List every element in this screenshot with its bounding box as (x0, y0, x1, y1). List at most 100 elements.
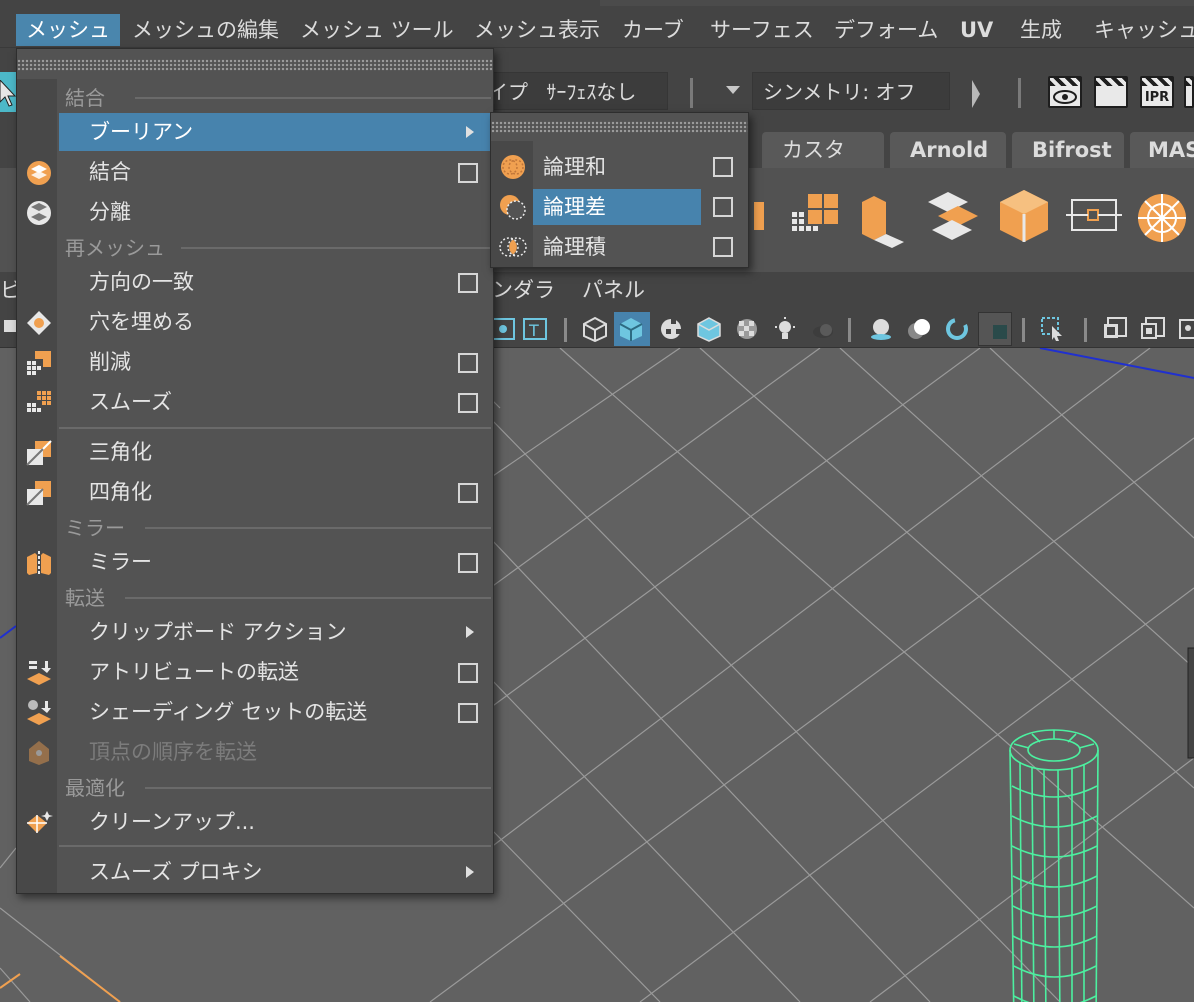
cylinder-wireframe[interactable] (1000, 726, 1120, 1002)
shaded-cube-icon[interactable] (618, 316, 644, 342)
subdivide-shelf-icon[interactable] (788, 182, 848, 252)
menu-item-label: 頂点の順序を転送 (89, 740, 257, 764)
menu-item-clipboard-actions[interactable]: クリップボード アクション (59, 613, 491, 651)
shelf-tab-mash[interactable]: MAS (1130, 132, 1194, 168)
isolate-select-icon[interactable] (1040, 316, 1066, 342)
menu-item-boolean[interactable]: ブーリアン (59, 113, 491, 151)
z-axis-line (0, 625, 17, 639)
menu-surfaces[interactable]: サーフェス (700, 14, 824, 46)
origin-marker (0, 973, 21, 989)
menu-tearoff-handle[interactable] (491, 121, 748, 133)
shadows-icon[interactable] (808, 316, 834, 342)
wireframe-on-shaded-icon[interactable] (696, 316, 722, 342)
symmetry-dropdown[interactable]: シンメトリ: オフ (752, 72, 950, 110)
option-box-icon[interactable] (458, 553, 478, 573)
menu-item-smooth-proxy[interactable]: スムーズ プロキシ (59, 853, 491, 891)
text-overlay-icon[interactable]: T (522, 316, 548, 342)
section-rule (145, 787, 491, 789)
menu-cache[interactable]: キャッシュ (1084, 14, 1194, 46)
menu-mesh[interactable]: メッシュ (16, 14, 120, 46)
sphere-shelf-icon[interactable] (1132, 182, 1192, 252)
menu-item-smooth[interactable]: スムーズ (59, 383, 491, 421)
menu-item-combine[interactable]: 結合 (59, 153, 491, 191)
menu-uv[interactable]: UV (950, 14, 1003, 46)
submenu-item-intersection[interactable]: 論理積 (533, 229, 701, 265)
submenu-item-label: 論理和 (543, 155, 606, 179)
ipr-render-icon[interactable]: IPR (1140, 76, 1174, 108)
light-bulb-icon[interactable] (772, 316, 798, 342)
shelf-tab-arnold[interactable]: Arnold (890, 132, 1006, 168)
section-optimize-title: 最適化 (65, 776, 125, 800)
option-box-icon[interactable] (713, 237, 733, 257)
wireframe-cube-icon[interactable] (582, 316, 608, 342)
surface-type-label: イプ (488, 80, 528, 104)
menu-item-conform[interactable]: 方向の一致 (59, 263, 491, 301)
render-settings-icon[interactable] (1184, 76, 1194, 108)
menu-mesh-tools[interactable]: メッシュ ツール (290, 14, 464, 46)
motion-blur-icon[interactable] (906, 316, 932, 342)
option-box-icon[interactable] (458, 163, 478, 183)
menu-tearoff-handle[interactable] (17, 59, 493, 71)
option-box-icon[interactable] (713, 197, 733, 217)
option-box-icon[interactable] (458, 703, 478, 723)
depth-of-field-toggle[interactable] (978, 312, 1012, 346)
boolean-union-icon (501, 155, 525, 179)
surface-type-value: ｻｰﾌｪｽなし (546, 80, 637, 104)
shelf-tab-bifrost[interactable]: Bifrost (1012, 132, 1124, 168)
eye-icon (1053, 90, 1077, 104)
option-box-icon[interactable] (458, 393, 478, 413)
menu-item-separate[interactable]: 分離 (59, 193, 491, 231)
render-view-icon[interactable] (1048, 76, 1082, 108)
option-box-icon[interactable] (713, 157, 733, 177)
option-box-icon[interactable] (458, 663, 478, 683)
menu-item-cleanup[interactable]: クリーンアップ... (59, 803, 491, 841)
menu-edit-mesh[interactable]: メッシュの編集 (122, 14, 289, 46)
menu-item-label: アトリビュートの転送 (89, 660, 299, 684)
submenu-arrow-icon (466, 866, 474, 878)
option-box-icon[interactable] (458, 483, 478, 503)
camera-gate-icon[interactable] (1102, 316, 1128, 342)
menu-item-quadrangulate[interactable]: 四角化 (59, 473, 491, 511)
toolbar-separator (1022, 318, 1025, 342)
grid-axis-orange (59, 955, 121, 1002)
submenu-item-difference[interactable]: 論理差 (533, 189, 701, 225)
reduce-icon (27, 351, 51, 375)
menu-item-transfer-attributes[interactable]: アトリビュートの転送 (59, 653, 491, 691)
resolution-gate-icon[interactable] (1140, 316, 1166, 342)
multicut-shelf-icon[interactable] (1064, 182, 1124, 252)
render-frame-icon[interactable] (1094, 76, 1128, 108)
mirror-icon (27, 551, 51, 576)
menu-item-reduce[interactable]: 削減 (59, 343, 491, 381)
surface-type-field[interactable]: イプ ｻｰﾌｪｽなし (478, 72, 668, 110)
xray-checker-icon[interactable] (734, 316, 760, 342)
dropdown-arrow-icon[interactable] (726, 86, 740, 94)
menu-item-triangulate[interactable]: 三角化 (59, 433, 491, 471)
extrude-shelf-icon[interactable] (852, 182, 912, 252)
option-box-icon[interactable] (458, 273, 478, 293)
quadrangulate-icon (26, 481, 51, 506)
collapse-arrow-icon[interactable] (972, 80, 980, 108)
option-box-icon[interactable] (458, 353, 478, 373)
shelf-tab-custom[interactable]: カスタム (762, 132, 884, 198)
submenu-item-union[interactable]: 論理和 (533, 149, 701, 185)
menu-curves[interactable]: カーブ (612, 14, 694, 46)
ambient-occlusion-icon[interactable] (868, 316, 894, 342)
viewport-scrollbar[interactable] (1187, 647, 1194, 759)
anti-alias-icon[interactable] (944, 316, 970, 342)
menu-item-mirror[interactable]: ミラー (59, 543, 491, 581)
bridge-shelf-icon[interactable] (924, 182, 984, 252)
menu-item-fill-hole[interactable]: 穴を埋める (59, 303, 491, 341)
textured-sphere-icon[interactable] (658, 316, 684, 342)
submenu-arrow-icon (466, 626, 474, 638)
toolbar-separator (1084, 318, 1087, 342)
panel-menu-panels[interactable]: パネル (582, 274, 645, 306)
menu-generate[interactable]: 生成 (1010, 14, 1072, 46)
panel-menu-renderer[interactable]: ンダラ (492, 274, 555, 306)
menu-mesh-display[interactable]: メッシュ表示 (464, 14, 610, 46)
menu-item-transfer-shading-sets[interactable]: シェーディング セットの転送 (59, 693, 491, 731)
camera-select-icon[interactable] (4, 320, 16, 332)
menu-deform[interactable]: デフォーム (824, 14, 948, 46)
separate-icon (27, 201, 51, 225)
safe-action-icon[interactable] (1178, 316, 1194, 342)
cube-shelf-icon[interactable] (994, 182, 1054, 252)
